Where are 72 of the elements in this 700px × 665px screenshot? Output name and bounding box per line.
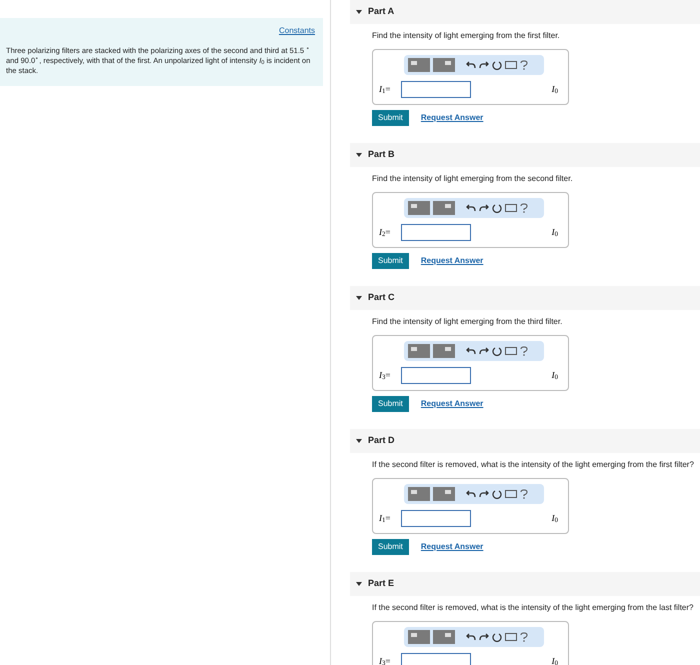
question-text: If the second filter is removed, what is the intensity of the light emerging from the first filter? [372,459,695,471]
reset-icon[interactable] [492,346,502,356]
help-icon[interactable] [520,632,528,642]
submit-button[interactable]: Submit [372,253,409,269]
part-title: Part C [368,291,395,304]
answer-field[interactable] [401,653,471,665]
submit-button[interactable]: Submit [372,539,409,555]
request-answer-link[interactable]: Request Answer [420,255,484,267]
template-icon[interactable] [433,344,455,358]
request-answer-link[interactable]: Request Answer [420,541,484,553]
undo-icon[interactable] [466,60,476,70]
question-text: Find the intensity of light emerging from the first filter. [372,30,561,42]
template-icon[interactable] [408,487,430,501]
unit-label: I$_{0}$ [552,226,558,240]
variable-label: I$_{1}$= [379,82,392,96]
undo-icon[interactable] [466,346,476,356]
part-header[interactable]: Part C [350,286,700,310]
template-icon[interactable] [433,201,455,215]
help-icon[interactable] [520,60,528,70]
constants-link[interactable]: Constants [278,25,315,37]
part-title: Part A [368,5,394,18]
request-answer-link[interactable]: Request Answer [420,398,484,410]
redo-icon[interactable] [479,632,489,642]
undo-icon[interactable] [466,632,476,642]
unit-label: I$_{0}$ [552,82,558,96]
part-title: Part E [368,577,394,590]
reset-icon[interactable] [492,489,502,499]
part-title: Part D [368,434,395,448]
help-icon[interactable] [520,489,528,499]
redo-icon[interactable] [479,346,489,356]
question-text: Find the intensity of light emerging from the third filter. [372,316,564,328]
variable-label: I$_{1}$= [379,512,392,526]
answer-field[interactable] [401,81,471,98]
template-icon[interactable] [408,58,430,72]
variable-label: I$_{3}$= [379,368,392,382]
answer-field[interactable] [401,367,471,384]
submit-button[interactable]: Submit [372,396,409,412]
help-icon[interactable] [520,346,528,356]
keyboard-icon[interactable] [505,490,517,498]
keyboard-icon[interactable] [505,61,517,69]
template-icon[interactable] [433,58,455,72]
redo-icon[interactable] [479,203,489,213]
template-icon[interactable] [433,630,455,644]
reset-icon[interactable] [492,203,502,213]
question-text: If the second filter is removed, what is the intensity of the light emerging from the last filter? [372,602,694,614]
question-text: Find the intensity of light emerging from the second filter. [372,173,574,185]
undo-icon[interactable] [466,489,476,499]
answer-field[interactable] [401,510,471,527]
redo-icon[interactable] [479,489,489,499]
template-icon[interactable] [408,344,430,358]
part-header[interactable]: Part D [350,429,700,453]
answer-field[interactable] [401,224,471,241]
help-icon[interactable] [520,203,528,213]
keyboard-icon[interactable] [505,204,517,212]
part-header[interactable]: Part B [350,143,700,167]
redo-icon[interactable] [479,60,489,70]
part-header[interactable]: Part A [350,0,700,24]
reset-icon[interactable] [492,60,502,70]
part-header[interactable]: Part E [350,572,700,596]
variable-label: I$_{2}$= [379,226,392,240]
template-icon[interactable] [408,201,430,215]
reset-icon[interactable] [492,632,502,642]
template-icon[interactable] [408,630,430,644]
keyboard-icon[interactable] [505,347,517,355]
keyboard-icon[interactable] [505,633,517,641]
unit-label: I$_{0}$ [552,512,558,526]
unit-label: I$_{0}$ [552,368,558,382]
template-icon[interactable] [433,487,455,501]
request-answer-link[interactable]: Request Answer [420,112,484,124]
undo-icon[interactable] [466,203,476,213]
part-title: Part B [368,148,395,162]
submit-button[interactable]: Submit [372,110,409,126]
